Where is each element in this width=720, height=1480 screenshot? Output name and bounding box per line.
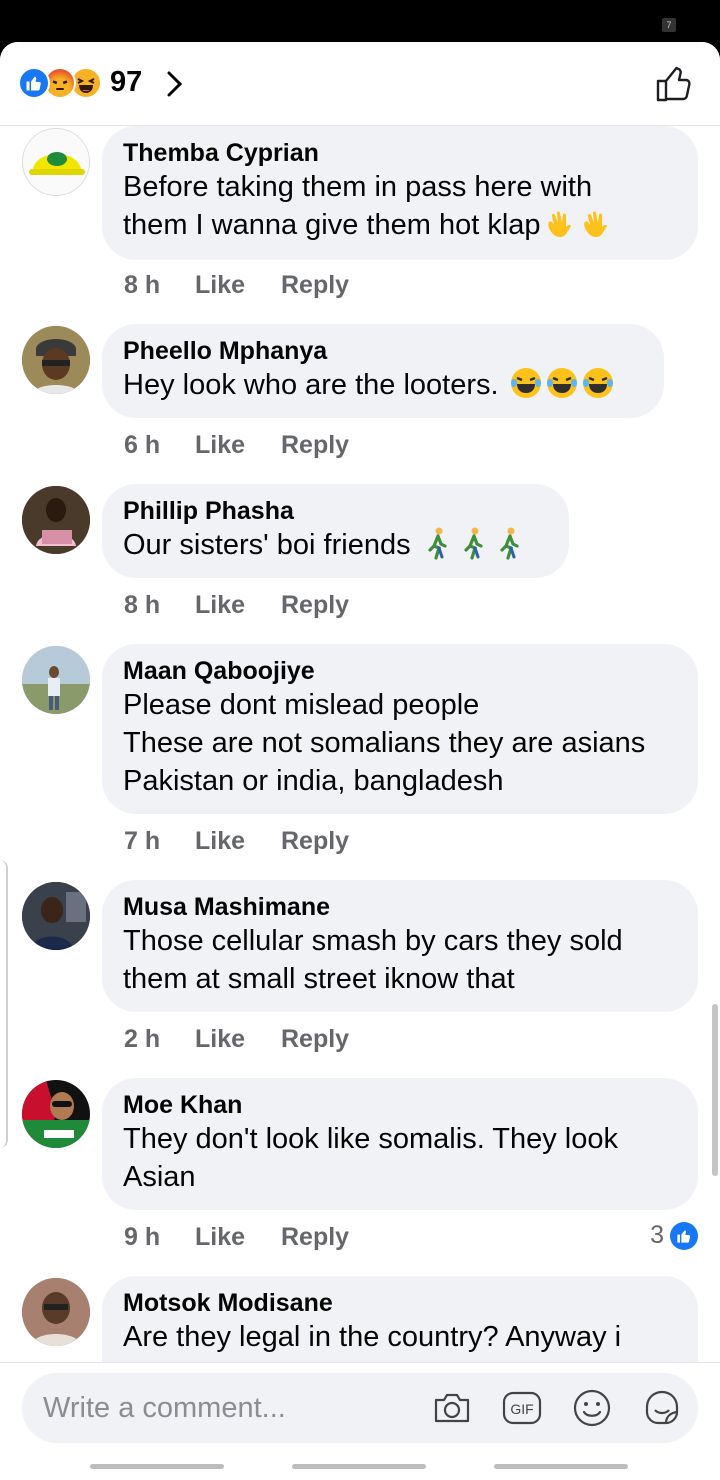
- chevron-right-icon[interactable]: [164, 69, 186, 99]
- svg-text:GIF: GIF: [510, 1401, 533, 1417]
- comment-actions: 9 h Like Reply: [124, 1219, 349, 1255]
- comment-reaction-summary[interactable]: 3: [650, 1221, 698, 1250]
- commenter-name[interactable]: Moe Khan: [123, 1090, 676, 1120]
- comment-actions: 8 h Like Reply: [124, 267, 349, 303]
- scrollbar[interactable]: [712, 1004, 718, 1176]
- comment-time: 7 h: [124, 826, 161, 855]
- nav-recents-indicator[interactable]: [90, 1464, 224, 1469]
- like-button[interactable]: Like: [195, 431, 281, 460]
- comment-actions: 6 h Like Reply: [124, 427, 349, 463]
- reaction-icons[interactable]: [18, 67, 102, 99]
- commenter-name[interactable]: Musa Mashimane: [123, 892, 676, 922]
- commenter-name[interactable]: Pheello Mphanya: [123, 336, 642, 366]
- like-button[interactable]: Like: [195, 591, 281, 620]
- reply-button[interactable]: Reply: [281, 591, 349, 620]
- comment-composer: Write a comment... GIF: [0, 1362, 720, 1454]
- camera-icon[interactable]: [431, 1387, 473, 1429]
- reply-button[interactable]: Reply: [281, 271, 349, 300]
- like-button[interactable]: Like: [195, 271, 281, 300]
- comment-bubble[interactable]: Musa Mashimane Those cellular smash by c…: [102, 880, 698, 1012]
- reaction-count[interactable]: 97: [110, 66, 142, 99]
- nav-home-indicator[interactable]: [292, 1464, 426, 1469]
- comment-text: Our sisters' boi friends: [123, 529, 419, 561]
- like-reaction-icon: [18, 67, 50, 99]
- comment-bubble[interactable]: Themba Cyprian Before taking them in pas…: [102, 126, 698, 260]
- gif-icon[interactable]: GIF: [501, 1387, 543, 1429]
- comment-bubble[interactable]: Motsok Modisane Are they legal in the co…: [102, 1276, 698, 1362]
- comment-text: Before taking them in pass here with the…: [123, 171, 593, 241]
- status-bar: 7: [0, 0, 720, 42]
- comment-time: 2 h: [124, 1024, 161, 1053]
- status-badge: 7: [662, 18, 676, 32]
- comment-time: 9 h: [124, 1222, 161, 1251]
- walking-person-emoji-icon: [419, 527, 527, 560]
- comment-bubble[interactable]: Pheello Mphanya Hey look who are the loo…: [102, 324, 664, 418]
- avatar[interactable]: [22, 646, 90, 714]
- comment-bubble[interactable]: Moe Khan They don't look like somalis. T…: [102, 1078, 698, 1210]
- like-reaction-icon: [670, 1221, 698, 1250]
- like-button[interactable]: Like: [195, 1223, 281, 1252]
- laughing-tears-emoji-icon: [507, 368, 615, 398]
- waving-hand-emoji-icon: [541, 211, 613, 238]
- emoji-icon[interactable]: [571, 1387, 613, 1429]
- comment-time: 8 h: [124, 590, 161, 619]
- reply-button[interactable]: Reply: [281, 1025, 349, 1054]
- avatar[interactable]: [22, 1080, 90, 1148]
- comments-sheet: 97 Themba Cyprian Before taking them in …: [0, 42, 720, 1480]
- avatar[interactable]: [22, 882, 90, 950]
- commenter-name[interactable]: Phillip Phasha: [123, 496, 547, 526]
- avatar[interactable]: [22, 1278, 90, 1346]
- sticker-icon[interactable]: [641, 1387, 683, 1429]
- comment-bubble[interactable]: Phillip Phasha Our sisters' boi friends: [102, 484, 569, 578]
- comment-actions: 7 h Like Reply: [124, 823, 349, 859]
- like-button[interactable]: Like: [195, 1025, 281, 1054]
- comment-text: Please dont mislead people These are not…: [123, 689, 646, 797]
- commenter-name[interactable]: Maan Qaboojiye: [123, 656, 676, 686]
- left-edge-handle[interactable]: [0, 860, 8, 1148]
- comment-time: 6 h: [124, 430, 161, 459]
- like-button[interactable]: Like: [195, 827, 281, 856]
- comment-text: Those cellular smash by cars they sold t…: [123, 925, 623, 995]
- like-outline-icon[interactable]: [654, 64, 694, 104]
- reactions-header: 97: [0, 42, 720, 126]
- avatar[interactable]: [22, 128, 90, 196]
- comment-text: Hey look who are the looters.: [123, 369, 507, 401]
- commenter-name[interactable]: Themba Cyprian: [123, 138, 676, 168]
- avatar[interactable]: [22, 326, 90, 394]
- comment-reaction-count: 3: [650, 1221, 664, 1249]
- reply-button[interactable]: Reply: [281, 827, 349, 856]
- reply-button[interactable]: Reply: [281, 431, 349, 460]
- nav-back-indicator[interactable]: [494, 1464, 628, 1469]
- comment-actions: 8 h Like Reply: [124, 587, 349, 623]
- comment-bubble[interactable]: Maan Qaboojiye Please dont mislead peopl…: [102, 644, 698, 814]
- comment-input[interactable]: Write a comment... GIF: [22, 1373, 698, 1443]
- comment-actions: 2 h Like Reply: [124, 1021, 349, 1057]
- system-nav-bar: [0, 1454, 720, 1480]
- comment-text: Are they legal in the country? Anyway i: [123, 1321, 622, 1353]
- comment-input-placeholder: Write a comment...: [43, 1392, 286, 1424]
- commenter-name[interactable]: Motsok Modisane: [123, 1288, 676, 1318]
- comment-list: Themba Cyprian Before taking them in pas…: [0, 126, 720, 1362]
- reply-button[interactable]: Reply: [281, 1223, 349, 1252]
- avatar[interactable]: [22, 486, 90, 554]
- comment-time: 8 h: [124, 270, 161, 299]
- comment-text: They don't look like somalis. They look …: [123, 1123, 619, 1193]
